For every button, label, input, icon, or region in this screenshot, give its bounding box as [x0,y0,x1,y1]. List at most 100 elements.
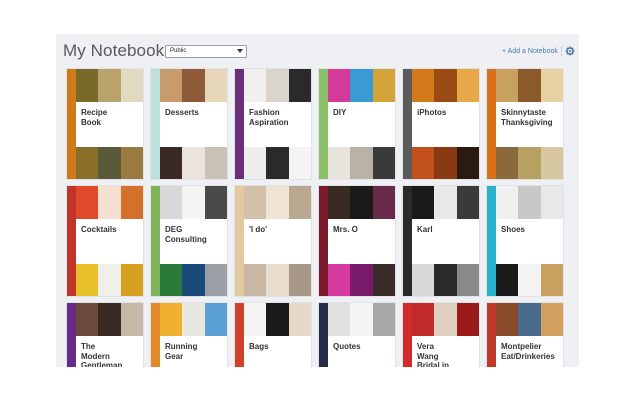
notebook-spine [151,186,160,296]
cover-thumbnail [120,186,143,219]
notebook-card[interactable]: Montpelier Eat/Drinkeries [487,303,563,367]
cover-thumbnail [160,264,183,296]
cover-thumbnail [98,147,121,179]
notebooks-app: My Notebooks Public + Add a Notebook Rec… [56,34,579,367]
visibility-select[interactable]: Public [165,45,247,58]
notebook-card[interactable]: DEG Consulting [151,186,227,296]
notebook-card[interactable]: Desserts [151,69,227,179]
cover-thumbnail [244,303,267,336]
visibility-select-value: Public [170,48,187,54]
cover-thumbnail [518,264,541,296]
notebook-cover-images-bottom [496,147,563,179]
notebook-spine [403,69,412,179]
notebook-card[interactable]: Fashion Aspiration [235,69,311,179]
cover-thumbnail [182,69,205,102]
cover-thumbnail [496,147,519,179]
notebook-title: Vera Wang Bridal in [417,342,450,367]
cover-thumbnail [372,147,395,179]
notebook-cover-images-bottom [244,264,311,296]
cover-thumbnail [434,264,457,296]
notebook-cover-images-bottom [76,264,143,296]
notebook-card[interactable]: Mrs. O [319,186,395,296]
notebook-title: iPhotos [417,108,447,117]
notebook-card[interactable]: 'I do' [235,186,311,296]
cover-thumbnail [540,303,563,336]
cover-thumbnail [540,186,563,219]
cover-thumbnail [266,147,289,179]
cover-thumbnail [182,264,205,296]
cover-thumbnail [244,69,267,102]
notebook-spine [319,303,328,367]
cover-thumbnail [518,69,541,102]
notebook-spine [487,69,496,179]
notebook-cover-images-bottom [496,264,563,296]
notebook-cover-images-top [496,69,563,102]
notebook-cover-images-bottom [328,264,395,296]
cover-thumbnail [328,303,351,336]
notebook-cover-images-bottom [244,147,311,179]
cover-thumbnail [350,186,373,219]
notebook-cover-images-top [160,303,227,336]
notebook-card[interactable]: The Modern Gentleman [67,303,143,367]
cover-thumbnail [244,186,267,219]
cover-thumbnail [204,264,227,296]
notebook-cover-images-bottom [328,147,395,179]
notebook-card[interactable]: Recipe Book [67,69,143,179]
cover-thumbnail [328,147,351,179]
notebook-card[interactable]: Shoes [487,186,563,296]
chevron-down-icon [237,49,243,53]
notebook-card[interactable]: Quotes [319,303,395,367]
notebook-title: Recipe Book [81,108,108,127]
notebook-cover-images-bottom [76,147,143,179]
header: My Notebooks Public + Add a Notebook [56,34,579,68]
cover-thumbnail [98,264,121,296]
cover-thumbnail [244,264,267,296]
notebook-card[interactable]: iPhotos [403,69,479,179]
notebook-card[interactable]: Cocktails [67,186,143,296]
notebook-title: Montpelier Eat/Drinkeries [501,342,555,361]
cover-thumbnail [204,303,227,336]
cover-thumbnail [456,186,479,219]
page-title: My Notebooks [63,41,173,60]
notebook-cover-images-top [328,69,395,102]
cover-thumbnail [266,69,289,102]
notebook-title: Karl [417,225,433,234]
cover-thumbnail [328,69,351,102]
notebook-spine [67,69,76,179]
notebook-cover-images-bottom [412,264,479,296]
notebook-card[interactable]: DIY [319,69,395,179]
cover-thumbnail [434,186,457,219]
notebook-title: Skinnytaste Thanksgiving [501,108,553,127]
notebook-title: DEG Consulting [165,225,207,244]
cover-thumbnail [160,303,183,336]
cover-thumbnail [76,264,99,296]
cover-thumbnail [412,264,435,296]
cover-thumbnail [412,69,435,102]
gear-icon[interactable] [565,46,575,56]
cover-thumbnail [76,186,99,219]
notebook-cover-images-top [328,303,395,336]
notebook-title: Quotes [333,342,361,351]
add-notebook-link[interactable]: + Add a Notebook [502,48,558,55]
cover-thumbnail [350,147,373,179]
cover-thumbnail [288,69,311,102]
cover-thumbnail [266,186,289,219]
cover-thumbnail [540,264,563,296]
notebook-card[interactable]: Vera Wang Bridal in [403,303,479,367]
notebook-card[interactable]: Skinnytaste Thanksgiving [487,69,563,179]
notebook-cover-images-top [412,186,479,219]
notebook-card[interactable]: Bags [235,303,311,367]
cover-thumbnail [372,69,395,102]
notebook-spine [403,303,412,367]
notebook-card[interactable]: Running Gear [151,303,227,367]
notebook-spine [67,303,76,367]
notebook-title: Bags [249,342,269,351]
cover-thumbnail [456,69,479,102]
cover-thumbnail [496,264,519,296]
cover-thumbnail [518,186,541,219]
notebook-title: Cocktails [81,225,117,234]
cover-thumbnail [350,264,373,296]
cover-thumbnail [518,147,541,179]
cover-thumbnail [160,69,183,102]
notebook-card[interactable]: Karl [403,186,479,296]
